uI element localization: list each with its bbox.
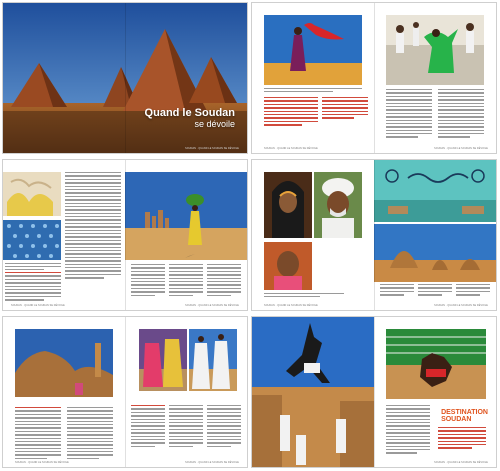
body-text-column (131, 264, 165, 298)
spread-destination-soudan: DESTINATION SOUDAN SOUDAN · QUAND LE SOU… (251, 316, 497, 468)
wrestling-illustration (386, 329, 486, 399)
mosque-wall-illustration (374, 160, 496, 222)
body-text-column (418, 284, 452, 298)
body-text-column (67, 407, 113, 461)
photo-caption (264, 293, 344, 299)
info-box-lines (438, 427, 486, 451)
photo-women-colorful (139, 329, 187, 391)
destination-title-line1: DESTINATION (441, 409, 488, 416)
spread-gutter (125, 317, 126, 467)
photo-child-portrait (264, 242, 312, 290)
spread-gutter (374, 160, 375, 310)
photo-fabric-blue (3, 220, 61, 260)
photo-domed-tombs (374, 224, 496, 282)
photo-acrobat-jumping (252, 317, 374, 467)
spread-gutter (374, 3, 375, 153)
body-text-column (5, 272, 61, 303)
men-white-robes-illustration (189, 329, 237, 391)
page-left (252, 317, 374, 467)
body-text-column (386, 405, 430, 456)
spread-gutter (125, 160, 126, 310)
destination-title-line2: SOUDAN (441, 416, 472, 423)
folio-right: SOUDAN · QUAND LE SOUDAN SE DÉVOILE (434, 461, 488, 464)
destination-title: DESTINATION SOUDAN (441, 409, 488, 423)
cover-title-line2: se dévoile (194, 119, 235, 129)
folio-left: SOUDAN · QUAND LE SOUDAN SE DÉVOILE (15, 461, 69, 464)
folio-right: SOUDAN · QUAND LE SOUDAN SE DÉVOILE (434, 304, 488, 307)
body-text-column (65, 172, 121, 281)
folio-right: SOUDAN · QUAND LE SOUDAN SE DÉVOILE (185, 304, 239, 307)
old-man-illustration (314, 172, 362, 238)
domed-tombs-illustration (374, 224, 496, 282)
body-text-column (169, 405, 203, 449)
spread-textiles: SOUDAN · QUAND LE SOUDAN SE DÉVOILE SOUD… (2, 159, 248, 311)
photo-green-dancer (386, 15, 484, 85)
page-right: SOUDAN · QUAND LE SOUDAN SE DÉVOILE (374, 3, 496, 153)
yellow-fabric-illustration (3, 172, 61, 216)
woman-red-scarf-illustration (264, 15, 362, 85)
spread-dancers: SOUDAN · QUAND LE SOUDAN SE DÉVOILE SOUD… (251, 2, 497, 154)
cover-title: Quand le Soudan se dévoile (145, 108, 235, 129)
body-text-column (380, 284, 414, 298)
page-right: SOUDAN · QUAND LE SOUDAN SE DÉVOILE (374, 160, 496, 310)
blue-fabric-illustration (3, 220, 61, 260)
page-right: SOUDAN · QUAND LE SOUDAN SE DÉVOILE (125, 160, 247, 310)
page-left: SOUDAN · QUAND LE SOUDAN SE DÉVOILE (3, 160, 125, 310)
spread-jebel-barkal: SOUDAN · QUAND LE SOUDAN SE DÉVOILE SOUD… (2, 316, 248, 468)
photo-caption (264, 88, 362, 94)
folio-right: SOUDAN · QUAND LE SOUDAN SE DÉVOILE (434, 147, 488, 150)
photo-caption (5, 263, 61, 272)
body-text-column (169, 264, 203, 298)
page-left: SOUDAN · QUAND LE SOUDAN SE DÉVOILE (252, 3, 374, 153)
rock-illustration (15, 329, 113, 397)
folio-right: SOUDAN · QUAND LE SOUDAN SE DÉVOILE (185, 147, 239, 150)
woman-portrait-illustration (264, 172, 312, 238)
photo-rock-and-pyramid (15, 329, 113, 397)
page-left: SOUDAN · QUAND LE SOUDAN SE DÉVOILE (252, 160, 374, 310)
photo-wrestling-match (386, 329, 486, 399)
page-right: SOUDAN · QUAND LE SOUDAN SE DÉVOILE (125, 317, 247, 467)
photo-fabric-yellow (3, 172, 61, 216)
body-text-column (456, 284, 490, 298)
body-text-column (322, 97, 368, 121)
photo-woman-carrying-basket (125, 172, 247, 260)
spread-gutter (374, 317, 375, 467)
body-text-column (207, 264, 241, 298)
body-text-column (131, 405, 165, 449)
photo-woman-portrait (264, 172, 312, 238)
spread-pyramids-cover: Quand le Soudan se dévoile SOUDAN · QUAN… (2, 2, 248, 154)
folio-right: SOUDAN · QUAND LE SOUDAN SE DÉVOILE (185, 461, 239, 464)
page-left: SOUDAN · QUAND LE SOUDAN SE DÉVOILE (3, 317, 125, 467)
folio-left: SOUDAN · QUAND LE SOUDAN SE DÉVOILE (11, 304, 65, 307)
spread-gutter (125, 3, 126, 153)
photo-mosque-wall (374, 160, 496, 222)
spread-portraits: SOUDAN · QUAND LE SOUDAN SE DÉVOILE SOUD… (251, 159, 497, 311)
page-right: DESTINATION SOUDAN SOUDAN · QUAND LE SOU… (374, 317, 496, 467)
acrobat-illustration (252, 317, 374, 467)
intro-paragraph (264, 97, 318, 128)
woman-basket-illustration (125, 172, 247, 260)
women-colorful-illustration (139, 329, 187, 391)
cover-title-line1: Quand le Soudan (144, 107, 235, 119)
folio-left: SOUDAN · QUAND LE SOUDAN SE DÉVOILE (264, 304, 318, 307)
photo-old-man-turban (314, 172, 362, 238)
photo-woman-red-scarf (264, 15, 362, 85)
body-text-column (386, 89, 432, 140)
body-text-column (438, 89, 484, 140)
child-portrait-illustration (264, 242, 312, 290)
green-dancer-illustration (386, 15, 484, 85)
photo-men-white-robes (189, 329, 237, 391)
folio-left: SOUDAN · QUAND LE SOUDAN SE DÉVOILE (264, 147, 318, 150)
body-text-column (15, 407, 61, 461)
body-text-column (207, 405, 241, 449)
